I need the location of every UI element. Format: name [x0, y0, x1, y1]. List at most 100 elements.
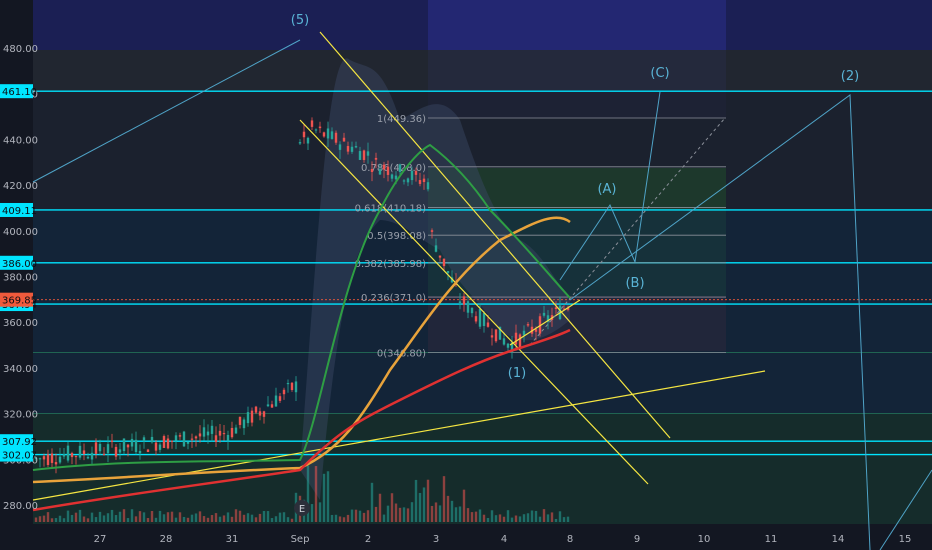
candle-body [398, 164, 402, 173]
candle-body [490, 335, 494, 338]
candle-body [186, 441, 190, 444]
volume-bar [206, 517, 210, 522]
volume-bar [250, 514, 254, 522]
candle-body [434, 245, 438, 252]
candle-body [266, 404, 270, 407]
candle-body [358, 151, 362, 160]
volume-bar [34, 517, 38, 522]
volume-bar [518, 516, 522, 522]
volume-bar [322, 473, 326, 522]
volume-bar [550, 512, 554, 522]
volume-bar [170, 511, 174, 522]
candle-body [506, 343, 510, 348]
candle-body [426, 182, 430, 190]
volume-bar [58, 515, 62, 522]
wave-label: (1) [508, 366, 526, 381]
candle-body [206, 431, 210, 436]
candle-body [418, 180, 422, 184]
candle-body [90, 452, 94, 460]
candle-body [174, 435, 178, 441]
volume-bar [134, 516, 138, 522]
volume-bar [94, 517, 98, 522]
wave-label: (2) [841, 69, 859, 84]
volume-bar [318, 502, 322, 522]
volume-bar [502, 516, 506, 522]
candle-body [370, 169, 374, 173]
candle-body [202, 427, 206, 437]
candle-body [138, 450, 142, 454]
candle-body [178, 435, 182, 437]
time-axis-bg [0, 524, 932, 550]
volume-bar [278, 512, 282, 522]
y-tick-label: 360.00 [3, 318, 38, 329]
volume-bar [554, 518, 558, 522]
candle-body [154, 442, 158, 451]
candle-body [66, 445, 70, 461]
volume-bar [314, 466, 318, 522]
x-tick-label: 3 [433, 534, 439, 545]
volume-bar [354, 509, 358, 522]
volume-bar [390, 493, 394, 522]
volume-bar [362, 512, 366, 522]
y-tick-label: 480.00 [3, 44, 38, 55]
candle-body [102, 453, 106, 455]
volume-bar [222, 515, 226, 522]
volume-bar [498, 514, 502, 522]
volume-bar [114, 515, 118, 522]
volume-bar [202, 516, 206, 522]
volume-bar [98, 511, 102, 522]
volume-bar [158, 510, 162, 522]
volume-bar [62, 518, 66, 522]
level-badge-label: 461.10 [2, 87, 37, 98]
volume-bar [190, 514, 194, 522]
candle-body [234, 427, 238, 434]
volume-bar [386, 505, 390, 522]
candle-body [494, 329, 498, 342]
volume-bar [194, 513, 198, 522]
y-tick-label: 320.00 [3, 410, 38, 421]
volume-bar [490, 510, 494, 522]
level-badge-label: 302.07 [2, 451, 37, 462]
volume-bar [226, 512, 230, 522]
volume-bar [258, 513, 262, 522]
volume-bar [238, 510, 242, 522]
candle-body [230, 427, 234, 438]
volume-bar [522, 514, 526, 522]
volume-bar [42, 515, 46, 522]
x-tick-label: 4 [501, 534, 507, 545]
candle-body [302, 131, 306, 138]
bottom-band [33, 414, 932, 524]
candle-body [378, 169, 382, 175]
volume-bar [142, 512, 146, 522]
candle-body [226, 434, 230, 441]
candle-body [382, 164, 386, 170]
volume-bar [418, 492, 422, 522]
volume-bar [398, 507, 402, 522]
volume-bar [346, 514, 350, 522]
candle-body [514, 332, 518, 345]
candle-body [158, 444, 162, 450]
candle-body [62, 454, 66, 457]
wave-label: (B) [625, 276, 644, 291]
volume-bar [290, 518, 294, 522]
candle-body [470, 307, 474, 314]
volume-bar [242, 514, 246, 522]
x-tick-label: 11 [765, 534, 778, 545]
candle-body [346, 146, 350, 152]
price-chart[interactable]: 1(449.36)0.786(428.0)0.618(410.18)0.5(39… [0, 0, 932, 550]
candle-body [534, 329, 538, 332]
volume-bar [106, 513, 110, 522]
volume-bar [86, 518, 90, 522]
candle-body [338, 144, 342, 150]
candle-body [114, 446, 118, 457]
y-tick-label: 420.00 [3, 181, 38, 192]
volume-bar [246, 513, 250, 522]
volume-bar [454, 507, 458, 522]
volume-bar [394, 503, 398, 522]
candle-body [82, 450, 86, 455]
candle-body [214, 435, 218, 442]
candle-body [438, 255, 442, 258]
candle-body [402, 180, 406, 182]
volume-bar [182, 516, 186, 522]
volume-bar [410, 502, 414, 522]
